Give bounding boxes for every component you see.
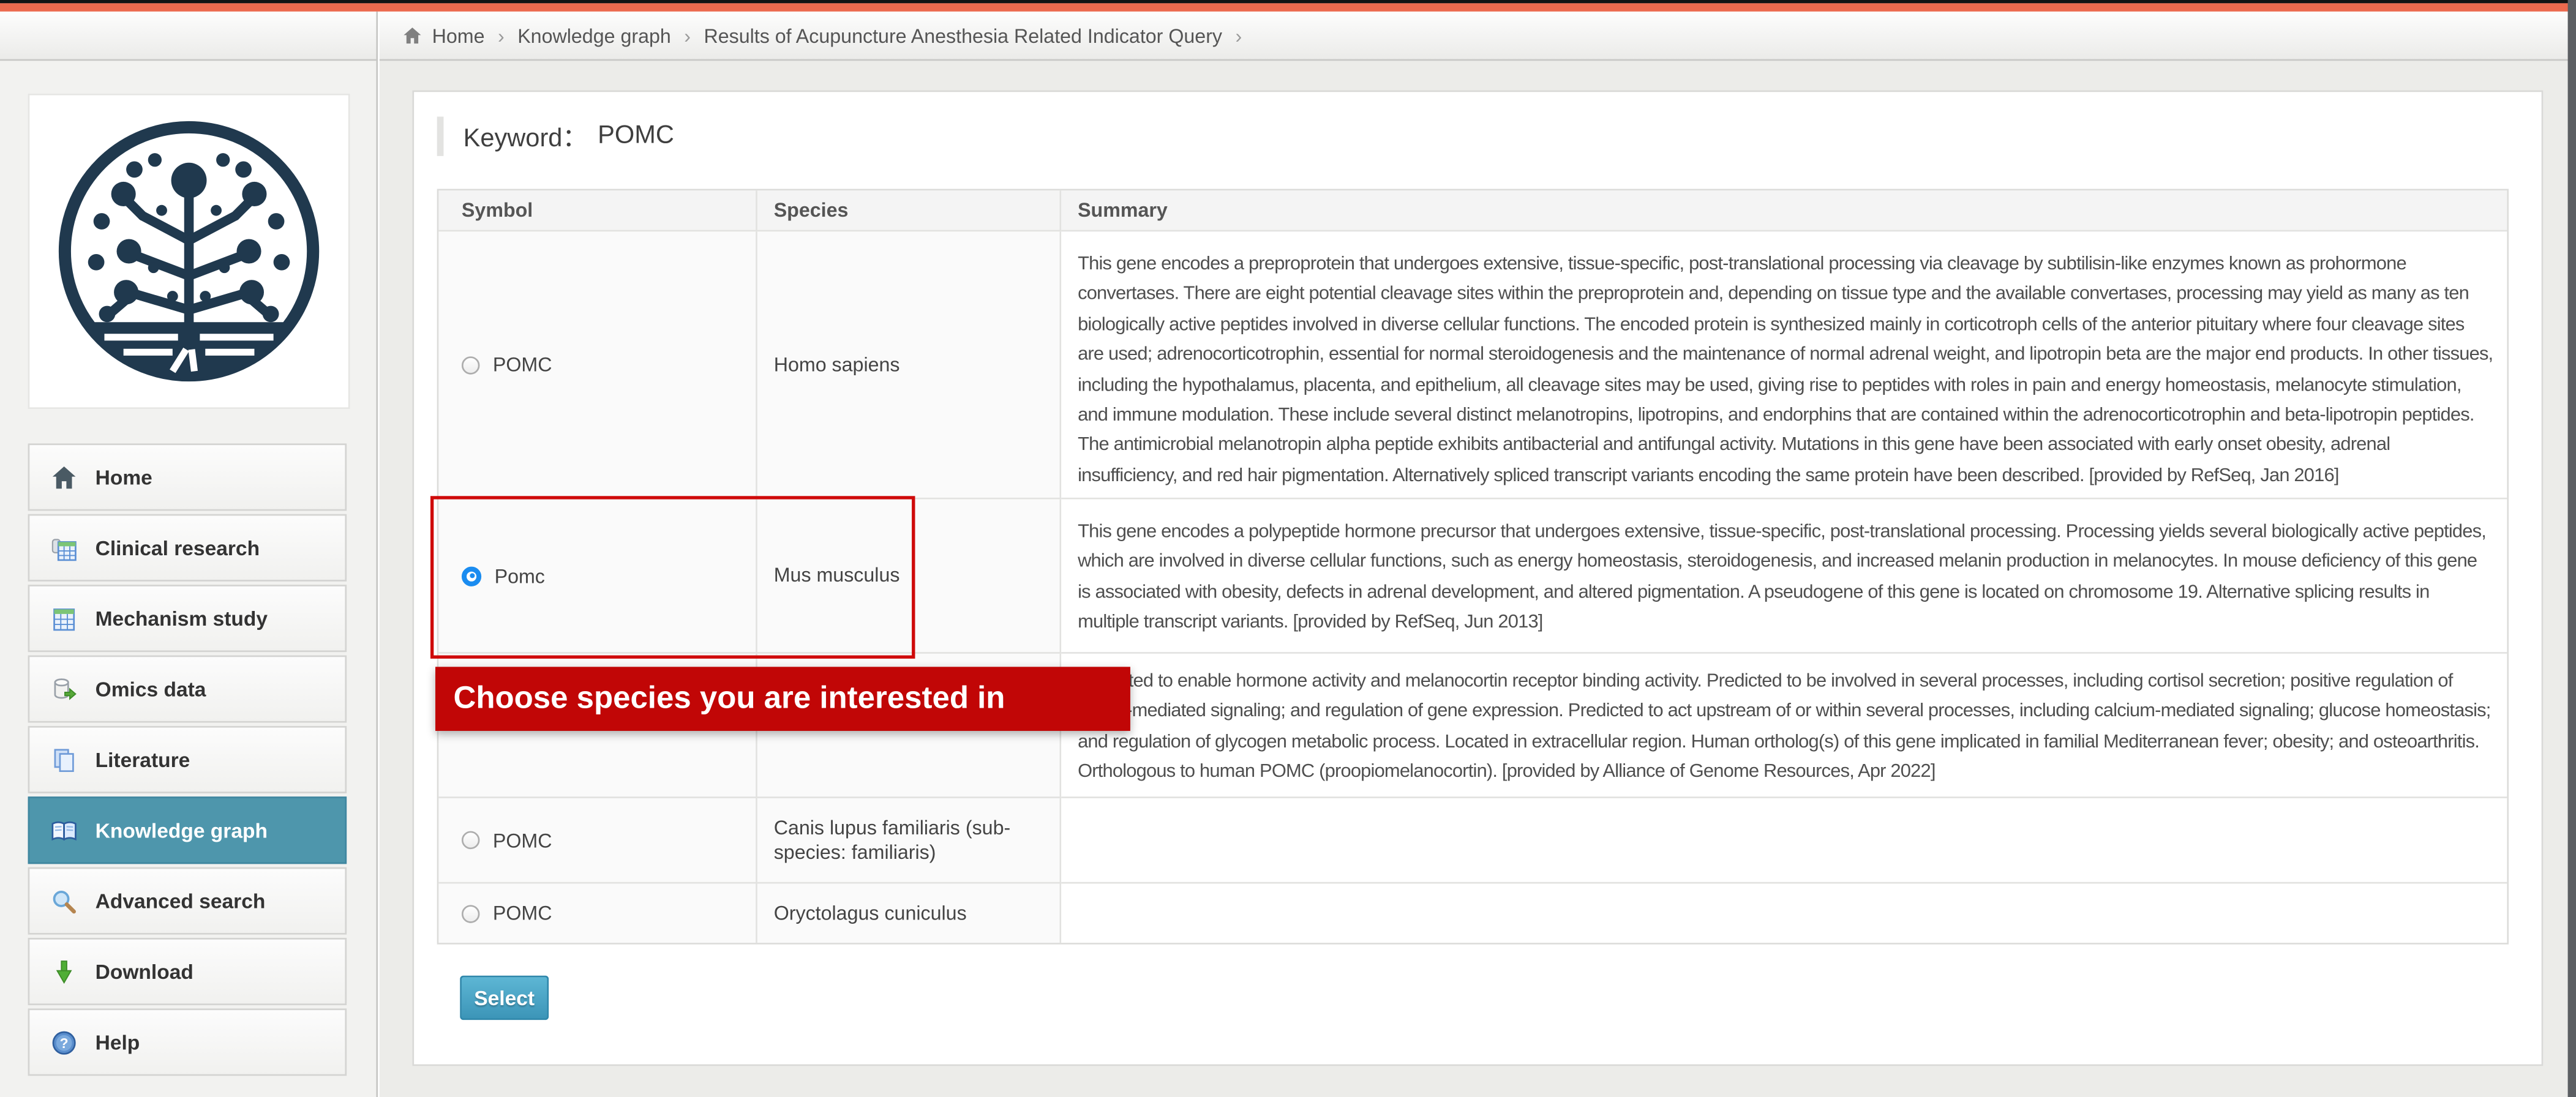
breadcrumb: Home › Knowledge graph › Results of Acup… bbox=[402, 12, 1249, 59]
symbol-cell: POMC bbox=[493, 353, 552, 376]
symbol-cell: POMC bbox=[493, 829, 552, 852]
summary-cell: Predicted to enable hormone activity and… bbox=[1078, 654, 2494, 788]
sidebar-item-label: Mechanism study bbox=[96, 607, 268, 630]
annotation-banner: Choose species you are interested in bbox=[435, 667, 1130, 731]
download-arrow-icon bbox=[51, 959, 77, 985]
annotation-banner-text: Choose species you are interested in bbox=[454, 681, 1005, 717]
species-radio[interactable] bbox=[462, 356, 480, 374]
species-cell: Homo sapiens bbox=[774, 353, 900, 377]
sidebar-item-help[interactable]: ? Help bbox=[28, 1008, 347, 1076]
keyword-heading: Keyword： POMC bbox=[437, 116, 674, 155]
sidebar-item-knowledge-graph[interactable]: Knowledge graph bbox=[28, 796, 347, 864]
sidebar-item-label: Home bbox=[96, 466, 152, 489]
breadcrumb-separator: › bbox=[1235, 24, 1242, 47]
sidebar-item-label: Clinical research bbox=[96, 536, 260, 560]
symbol-cell: POMC bbox=[493, 902, 552, 925]
clipboard-table-icon bbox=[51, 534, 77, 561]
sidebar-item-home[interactable]: Home bbox=[28, 443, 347, 511]
table-row: POMC Canis lupus familiaris (sub-species… bbox=[438, 798, 2507, 884]
breadcrumb-results[interactable]: Results of Acupuncture Anesthesia Relate… bbox=[704, 24, 1222, 47]
sidebar-item-advanced-search[interactable]: Advanced search bbox=[28, 867, 347, 935]
species-cell: Canis lupus familiaris (sub-species: fam… bbox=[774, 815, 1037, 864]
heading-accent-bar bbox=[437, 116, 444, 155]
summary-cell: This gene encodes a preproprotein that u… bbox=[1078, 231, 2494, 492]
breadcrumb-separator: › bbox=[498, 24, 505, 47]
header-bar: Home › Knowledge graph › Results of Acup… bbox=[0, 12, 2576, 61]
window-right-edge bbox=[2568, 0, 2576, 1097]
keyword-value: POMC bbox=[598, 122, 674, 151]
magnifier-icon bbox=[51, 888, 77, 914]
sidebar-item-download[interactable]: Download bbox=[28, 938, 347, 1005]
logo bbox=[28, 94, 350, 409]
sidebar-item-label: Knowledge graph bbox=[96, 818, 268, 842]
app-window: Home › Knowledge graph › Results of Acup… bbox=[0, 0, 2576, 1097]
column-header-symbol: Symbol bbox=[438, 190, 757, 231]
keyword-label: Keyword： bbox=[464, 118, 588, 154]
circuit-tree-logo-icon bbox=[53, 115, 325, 388]
accent-strip bbox=[0, 3, 2576, 11]
sidebar-item-mechanism-study[interactable]: Mechanism study bbox=[28, 585, 347, 652]
table-row: Pomc Mus musculus This gene encodes a po… bbox=[438, 500, 2507, 654]
home-icon bbox=[402, 26, 422, 45]
documents-icon bbox=[51, 746, 77, 773]
table-row: POMC Oryctolagus cuniculus bbox=[438, 883, 2507, 943]
sidebar-item-clinical-research[interactable]: Clinical research bbox=[28, 514, 347, 582]
database-export-icon bbox=[51, 676, 77, 702]
species-cell: Mus musculus bbox=[774, 563, 900, 588]
species-radio-selected[interactable] bbox=[462, 566, 481, 585]
sidebar-item-omics-data[interactable]: Omics data bbox=[28, 656, 347, 723]
sidebar-item-label: Advanced search bbox=[96, 889, 266, 913]
column-header-summary: Summary bbox=[1061, 190, 2507, 231]
sidebar-menu: Home Clinical research bbox=[28, 443, 347, 1079]
species-cell: Oryctolagus cuniculus bbox=[774, 901, 967, 926]
summary-cell: This gene encodes a polypeptide hormone … bbox=[1078, 500, 2494, 638]
breadcrumb-knowledge-graph[interactable]: Knowledge graph bbox=[517, 24, 671, 47]
sidebar-item-literature[interactable]: Literature bbox=[28, 726, 347, 793]
svg-text:?: ? bbox=[60, 1034, 69, 1050]
species-table: Symbol Species Summary POMC Homo sapiens… bbox=[437, 189, 2509, 945]
table-header-row: Symbol Species Summary bbox=[438, 190, 2507, 231]
home-icon bbox=[51, 464, 77, 490]
question-circle-icon: ? bbox=[51, 1029, 77, 1055]
results-card: Keyword： POMC Symbol Species Summary POM… bbox=[412, 91, 2543, 1066]
column-header-species: Species bbox=[757, 190, 1061, 231]
sidebar-item-label: Help bbox=[96, 1031, 140, 1054]
sidebar: Home Clinical research bbox=[0, 59, 376, 1097]
table-row: POMC Homo sapiens This gene encodes a pr… bbox=[438, 231, 2507, 499]
summary-cell bbox=[1078, 798, 2494, 817]
sidebar-item-label: Omics data bbox=[96, 678, 206, 701]
species-radio[interactable] bbox=[462, 831, 480, 850]
species-radio[interactable] bbox=[462, 904, 480, 923]
breadcrumb-separator: › bbox=[684, 24, 691, 47]
open-book-icon bbox=[51, 817, 77, 844]
breadcrumb-home[interactable]: Home bbox=[432, 24, 485, 47]
sidebar-divider bbox=[376, 12, 378, 1097]
sidebar-item-label: Download bbox=[96, 960, 193, 983]
sidebar-item-label: Literature bbox=[96, 748, 190, 771]
symbol-cell: Pomc bbox=[495, 564, 545, 588]
summary-cell bbox=[1078, 883, 2494, 902]
table-icon bbox=[51, 605, 77, 632]
select-button[interactable]: Select bbox=[460, 976, 549, 1020]
